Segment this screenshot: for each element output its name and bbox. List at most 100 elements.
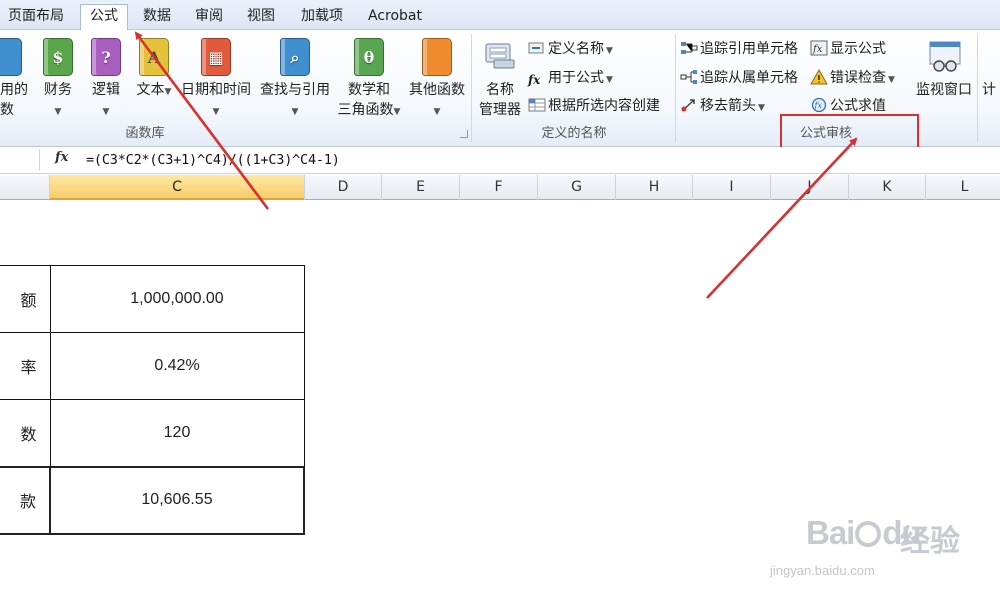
text-book-icon: A xyxy=(139,38,169,76)
tab-review[interactable]: 审阅 xyxy=(188,5,230,30)
error-checking-icon xyxy=(810,68,828,85)
text-button[interactable]: A 文本▼ xyxy=(132,34,176,122)
row-label[interactable]: 率 xyxy=(0,332,51,400)
financial-button[interactable]: $ 财务 ▼ xyxy=(36,34,80,122)
column-header-f[interactable]: F xyxy=(459,175,537,200)
watch-window-button[interactable]: 监视窗口 xyxy=(912,34,976,122)
group-divider xyxy=(977,34,978,142)
math-trig-book-icon: θ xyxy=(354,38,384,76)
remove-arrows-button[interactable]: 移去箭头 ▼ xyxy=(680,95,765,117)
loan-table: 额 1,000,000.00 率 0.42% 数 120 款 10,606.55 xyxy=(0,265,305,535)
trace-precedents-button[interactable]: 追踪引用单元格 xyxy=(680,38,798,60)
lookup-reference-label: 查找与引用 xyxy=(260,82,330,98)
show-formulas-button[interactable]: fx 显示公式 xyxy=(810,38,886,60)
remove-arrows-icon xyxy=(680,97,698,113)
more-functions-button[interactable]: 其他函数 ▼ xyxy=(404,34,470,122)
watch-window-label: 监视窗口 xyxy=(916,82,972,98)
column-header-k[interactable]: K xyxy=(848,175,925,200)
evaluate-formula-icon: fx xyxy=(810,97,828,113)
defined-names-group-label: 定义的名称 xyxy=(541,126,607,141)
svg-text:fx: fx xyxy=(812,44,823,55)
formula-input[interactable]: =(C3*C2*(C3+1)^C4)/((1+C3)^C4-1) xyxy=(86,151,340,169)
watermark-url: jingyan.baidu.com xyxy=(770,563,875,578)
column-header-e[interactable]: E xyxy=(381,175,459,200)
watch-window-icon xyxy=(928,40,962,74)
cell-value[interactable]: 1,000,000.00 xyxy=(49,265,305,333)
text-label: 文本▼ xyxy=(136,82,172,98)
trace-precedents-icon xyxy=(680,40,698,56)
column-header-d[interactable]: D xyxy=(304,175,381,200)
financial-book-icon: $ xyxy=(43,38,73,76)
tab-formulas[interactable]: 公式 xyxy=(80,4,128,31)
calculation-label: 计 xyxy=(982,82,996,98)
tab-page-layout[interactable]: 页面布局 xyxy=(0,5,72,30)
recently-used-label: 使用的 xyxy=(0,82,28,98)
tab-data[interactable]: 数据 xyxy=(136,5,178,30)
table-row: 数 120 xyxy=(0,399,305,467)
calculation-options-button[interactable]: 计 xyxy=(982,34,1000,122)
logical-book-icon: ? xyxy=(91,38,121,76)
name-manager-label: 名称 xyxy=(486,82,514,98)
show-formulas-icon: fx xyxy=(810,40,828,56)
table-row: 款 10,606.55 xyxy=(0,465,305,535)
recently-used-label-2: 数 xyxy=(0,102,14,118)
name-box[interactable] xyxy=(0,149,40,171)
cell-value[interactable]: 120 xyxy=(49,399,305,467)
tab-add-ins[interactable]: 加载项 xyxy=(292,5,352,30)
function-library-group-label: 函数库 xyxy=(125,126,165,141)
insert-function-button[interactable]: fx xyxy=(55,150,68,165)
fx-icon: fx xyxy=(528,73,541,87)
math-trig-label: 数学和 xyxy=(348,82,390,98)
name-manager-icon xyxy=(484,40,516,70)
date-time-button[interactable]: ▦ 日期和时间 ▼ xyxy=(176,34,256,122)
group-divider xyxy=(471,34,472,142)
formula-bar: fx =(C3*C2*(C3+1)^C4)/((1+C3)^C4-1) xyxy=(0,147,1000,174)
ribbon: 使用的 数 $ 财务 ▼ ? 逻辑 ▼ A 文本▼ ▦ 日期和时间 ▼ ⌕ 查找… xyxy=(0,30,1000,164)
column-header-c[interactable]: C xyxy=(49,175,304,200)
svg-text:fx: fx xyxy=(814,101,823,110)
column-header-j[interactable]: J xyxy=(770,175,848,200)
tab-acrobat[interactable]: Acrobat xyxy=(360,5,430,30)
column-header-b[interactable] xyxy=(0,175,49,200)
math-trig-label-2: 三角函数▼ xyxy=(337,102,401,118)
paw-icon xyxy=(855,521,882,547)
column-header-h[interactable]: H xyxy=(615,175,692,200)
create-from-selection-button[interactable]: 根据所选内容创建 xyxy=(528,95,660,117)
lookup-reference-book-icon: ⌕ xyxy=(280,38,310,76)
math-trig-button[interactable]: θ 数学和 三角函数▼ xyxy=(332,34,406,122)
financial-label: 财务 xyxy=(44,82,72,98)
cell-value-selected[interactable]: 10,606.55 xyxy=(49,465,305,535)
lookup-reference-button[interactable]: ⌕ 查找与引用 ▼ xyxy=(256,34,334,122)
recently-used-button[interactable]: 使用的 数 xyxy=(0,34,36,122)
logical-button[interactable]: ? 逻辑 ▼ xyxy=(84,34,128,122)
column-headers: C D E F G H I J K L xyxy=(0,175,1000,200)
name-manager-button[interactable]: 名称 管理器 xyxy=(474,34,526,122)
row-label[interactable]: 数 xyxy=(0,399,51,467)
cell-value[interactable]: 0.42% xyxy=(49,332,305,400)
column-header-i[interactable]: I xyxy=(692,175,770,200)
function-library-launcher[interactable] xyxy=(460,130,468,138)
recently-used-book-icon xyxy=(0,38,22,76)
date-time-book-icon: ▦ xyxy=(201,38,231,76)
define-name-icon xyxy=(528,40,546,56)
watermark-cn: 经验 xyxy=(900,524,960,559)
column-header-g[interactable]: G xyxy=(537,175,615,200)
more-functions-label: 其他函数 xyxy=(409,82,465,98)
column-header-l[interactable]: L xyxy=(925,175,1000,200)
create-from-selection-icon xyxy=(528,97,546,113)
define-name-button[interactable]: 定义名称 ▼ xyxy=(528,38,613,60)
logical-label: 逻辑 xyxy=(92,82,120,98)
name-manager-label-2: 管理器 xyxy=(479,102,521,118)
row-label[interactable]: 额 xyxy=(0,265,51,333)
table-row: 额 1,000,000.00 xyxy=(0,265,305,333)
trace-dependents-icon xyxy=(680,69,698,85)
table-row: 率 0.42% xyxy=(0,332,305,400)
date-time-label: 日期和时间 xyxy=(181,82,251,98)
use-in-formula-button[interactable]: fx 用于公式 ▼ xyxy=(528,67,613,89)
ribbon-tab-bar: 页面布局 公式 数据 审阅 视图 加载项 Acrobat xyxy=(0,0,1000,31)
error-checking-button[interactable]: 错误检查 ▼ xyxy=(810,67,895,89)
row-label[interactable]: 款 xyxy=(0,465,51,535)
tab-view[interactable]: 视图 xyxy=(240,5,282,30)
trace-dependents-button[interactable]: 追踪从属单元格 xyxy=(680,67,798,89)
more-functions-book-icon xyxy=(422,38,452,76)
